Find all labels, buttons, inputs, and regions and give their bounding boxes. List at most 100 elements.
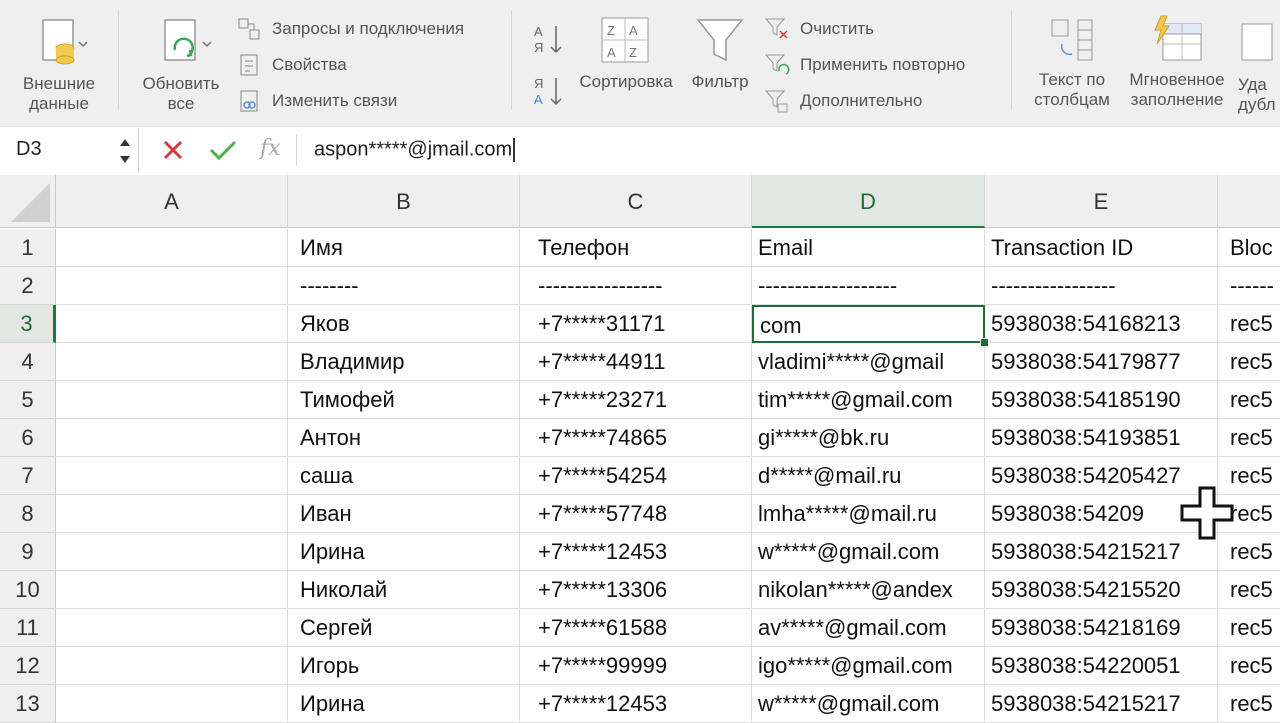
cell[interactable]: +7*****99999 <box>520 647 752 685</box>
cell[interactable]: lmha*****@mail.ru <box>752 495 985 533</box>
refresh-all-button[interactable]: Обновить все <box>134 14 228 114</box>
cell[interactable]: Яков <box>288 305 520 343</box>
cell[interactable]: +7*****74865 <box>520 419 752 457</box>
cell[interactable] <box>56 381 288 419</box>
cell[interactable]: w*****@gmail.com <box>752 685 985 723</box>
cell[interactable] <box>56 343 288 381</box>
filter-button[interactable]: Фильтр <box>684 14 756 92</box>
cell[interactable]: gi*****@bk.ru <box>752 419 985 457</box>
queries-connections-button[interactable]: Запросы и подключения <box>236 16 464 42</box>
text-to-columns-button[interactable]: Текст по столбцам <box>1026 14 1118 110</box>
row-header[interactable]: 2 <box>0 267 56 305</box>
row-header[interactable]: 12 <box>0 647 56 685</box>
edit-links-button[interactable]: Изменить связи <box>236 88 397 114</box>
cell[interactable] <box>56 571 288 609</box>
cell[interactable]: +7*****23271 <box>520 381 752 419</box>
cell[interactable] <box>56 229 288 267</box>
row-header[interactable]: 5 <box>0 381 56 419</box>
column-header[interactable]: D <box>752 175 985 228</box>
cell[interactable]: саша <box>288 457 520 495</box>
sort-button[interactable]: Z A A Z Сортировка <box>574 14 678 92</box>
cell[interactable]: ----------------- <box>985 267 1218 305</box>
cell[interactable]: ------------------- <box>752 267 985 305</box>
cell[interactable] <box>56 647 288 685</box>
remove-duplicates-button[interactable]: Уда дубл <box>1238 14 1280 115</box>
name-box-stepper-icon[interactable] <box>118 136 132 166</box>
cell[interactable]: rec5 <box>1218 609 1280 647</box>
cell[interactable]: Ирина <box>288 685 520 723</box>
column-header[interactable]: B <box>288 175 520 228</box>
cell[interactable]: nikolan*****@andex <box>752 571 985 609</box>
row-header[interactable]: 6 <box>0 419 56 457</box>
cell[interactable]: w*****@gmail.com <box>752 533 985 571</box>
name-box[interactable]: D3 <box>0 128 139 172</box>
cell[interactable]: Телефон <box>520 229 752 267</box>
cell[interactable]: +7*****31171 <box>520 305 752 343</box>
formula-input[interactable]: aspon*****@jmail.com <box>314 138 516 162</box>
select-all-corner[interactable] <box>0 175 56 228</box>
row-header[interactable]: 1 <box>0 229 56 267</box>
cell[interactable]: +7*****12453 <box>520 533 752 571</box>
column-header[interactable]: E <box>985 175 1218 228</box>
cell[interactable]: +7*****61588 <box>520 609 752 647</box>
cell[interactable]: rec5 <box>1218 419 1280 457</box>
row-header[interactable]: 13 <box>0 685 56 723</box>
cell[interactable]: Николай <box>288 571 520 609</box>
cell[interactable]: d*****@mail.ru <box>752 457 985 495</box>
cell[interactable]: rec5 <box>1218 647 1280 685</box>
clear-filter-button[interactable]: Очистить <box>764 16 874 42</box>
cell[interactable]: +7*****44911 <box>520 343 752 381</box>
sort-za-button[interactable]: Я А <box>532 74 566 110</box>
cancel-entry-icon[interactable] <box>160 137 186 163</box>
cell[interactable] <box>56 419 288 457</box>
cell[interactable]: 5938038:54168213 <box>985 305 1218 343</box>
cell[interactable]: Bloc <box>1218 229 1280 267</box>
active-cell[interactable]: com <box>752 305 985 343</box>
cell[interactable]: Ирина <box>288 533 520 571</box>
cell[interactable]: rec5 <box>1218 685 1280 723</box>
cell[interactable] <box>56 305 288 343</box>
cell[interactable]: 5938038:54220051 <box>985 647 1218 685</box>
cell[interactable] <box>56 267 288 305</box>
cell[interactable] <box>56 533 288 571</box>
row-header[interactable]: 7 <box>0 457 56 495</box>
cell[interactable]: rec5 <box>1218 305 1280 343</box>
cell[interactable]: Имя <box>288 229 520 267</box>
cell[interactable]: 5938038:54179877 <box>985 343 1218 381</box>
cell[interactable]: +7*****54254 <box>520 457 752 495</box>
cell[interactable] <box>56 457 288 495</box>
external-data-button[interactable]: Внешние данные <box>14 14 104 114</box>
cell[interactable]: Тимофей <box>288 381 520 419</box>
cell[interactable]: 5938038:54215217 <box>985 685 1218 723</box>
cell[interactable]: rec5 <box>1218 343 1280 381</box>
row-header[interactable]: 8 <box>0 495 56 533</box>
cell[interactable]: Transaction ID <box>985 229 1218 267</box>
cell[interactable] <box>56 609 288 647</box>
cell[interactable]: +7*****12453 <box>520 685 752 723</box>
cell[interactable]: vladimi*****@gmail <box>752 343 985 381</box>
cell[interactable]: ------ <box>1218 267 1280 305</box>
advanced-filter-button[interactable]: Дополнительно <box>764 88 922 114</box>
flash-fill-button[interactable]: Мгновенное заполнение <box>1122 14 1232 110</box>
cell[interactable]: tim*****@gmail.com <box>752 381 985 419</box>
cell[interactable]: ----------------- <box>520 267 752 305</box>
cell[interactable]: +7*****57748 <box>520 495 752 533</box>
cell[interactable]: av*****@gmail.com <box>752 609 985 647</box>
cell[interactable]: igo*****@gmail.com <box>752 647 985 685</box>
cell[interactable]: rec5 <box>1218 381 1280 419</box>
row-header[interactable]: 3 <box>0 305 56 343</box>
cell[interactable]: Email <box>752 229 985 267</box>
cell[interactable]: Иван <box>288 495 520 533</box>
cell[interactable]: 5938038:54193851 <box>985 419 1218 457</box>
cell[interactable]: 5938038:54218169 <box>985 609 1218 647</box>
column-header[interactable]: A <box>56 175 288 228</box>
confirm-entry-icon[interactable] <box>208 137 238 163</box>
cell[interactable] <box>56 685 288 723</box>
row-header[interactable]: 4 <box>0 343 56 381</box>
row-header[interactable]: 11 <box>0 609 56 647</box>
cell[interactable] <box>56 495 288 533</box>
cell[interactable]: Игорь <box>288 647 520 685</box>
row-header[interactable]: 9 <box>0 533 56 571</box>
column-header[interactable]: C <box>520 175 752 228</box>
cell[interactable]: -------- <box>288 267 520 305</box>
